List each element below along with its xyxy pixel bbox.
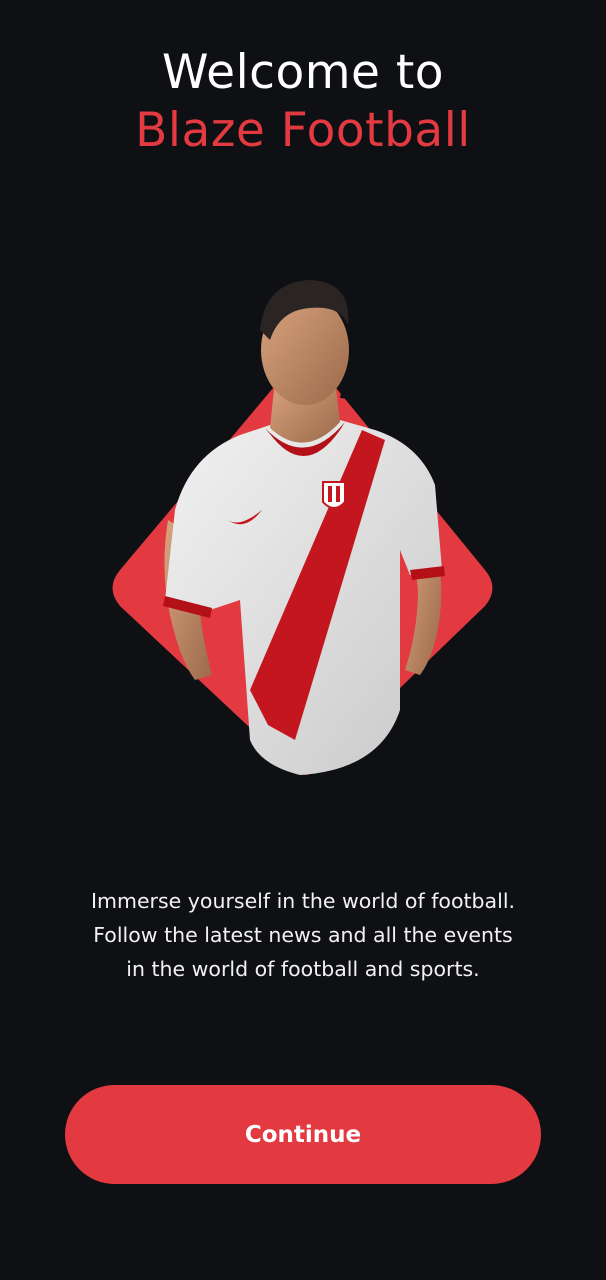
continue-button[interactable]: Continue bbox=[65, 1085, 541, 1184]
description-line: in the world of football and sports. bbox=[126, 957, 480, 981]
description-line: Immerse yourself in the world of footbal… bbox=[90, 889, 516, 913]
brand-name: Blaze Football bbox=[135, 103, 471, 158]
football-player-illustration bbox=[100, 270, 506, 790]
description-line: Follow the latest news and all the event… bbox=[93, 923, 513, 947]
welcome-title-line: Welcome to bbox=[161, 45, 445, 100]
welcome-title: Welcome to Blaze Football bbox=[0, 44, 606, 160]
welcome-description: Immerse yourself in the world of footbal… bbox=[30, 884, 576, 986]
